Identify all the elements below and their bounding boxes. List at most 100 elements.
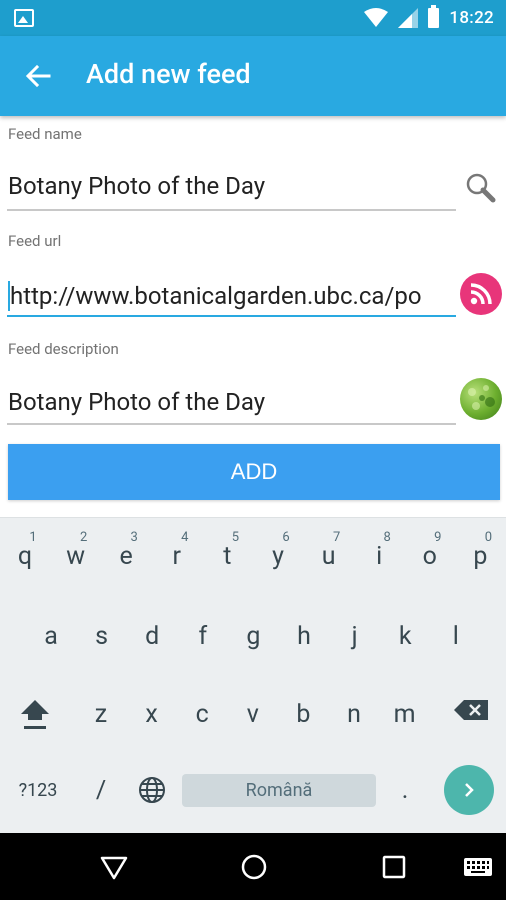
- language-key[interactable]: [127, 758, 177, 818]
- search-button[interactable]: [460, 167, 502, 209]
- key-label: c: [195, 700, 209, 729]
- nav-recents-button[interactable]: [376, 849, 412, 885]
- key-label: e: [119, 542, 133, 571]
- key-t[interactable]: 5t: [202, 520, 252, 580]
- navigation-bar: [0, 833, 506, 900]
- key-r[interactable]: 4r: [152, 520, 202, 580]
- key-p[interactable]: 0p: [455, 520, 505, 580]
- key-label: f: [198, 622, 208, 651]
- rss-glyph: [470, 283, 492, 305]
- back-button[interactable]: [16, 56, 60, 96]
- key-label: w: [66, 542, 85, 571]
- backspace-key[interactable]: [448, 678, 498, 738]
- period-key[interactable]: .: [380, 758, 430, 818]
- key-label: g: [246, 622, 261, 651]
- home-circle-icon: [241, 854, 267, 880]
- key-label: i: [376, 542, 383, 571]
- key-label: t: [223, 542, 232, 571]
- slash-key-label: /: [95, 776, 107, 805]
- feed-url-label: Feed url: [8, 232, 62, 250]
- nav-back-button[interactable]: [96, 849, 132, 885]
- shift-icon: [21, 700, 49, 729]
- feed-name-label: Feed name: [8, 125, 82, 143]
- key-m[interactable]: m: [380, 678, 430, 738]
- symbols-key-label: ?123: [18, 780, 58, 801]
- key-q[interactable]: 1q: [0, 520, 50, 580]
- key-j[interactable]: j: [330, 600, 380, 660]
- keyboard-icon: [464, 858, 492, 876]
- key-u[interactable]: 7u: [304, 520, 354, 580]
- back-triangle-icon: [100, 856, 128, 880]
- key-n[interactable]: n: [329, 678, 379, 738]
- key-h[interactable]: h: [279, 600, 329, 660]
- feed-url-underline: [7, 315, 456, 317]
- nav-home-button[interactable]: [236, 849, 272, 885]
- key-label: h: [297, 622, 311, 651]
- shift-key[interactable]: [10, 678, 60, 738]
- key-f[interactable]: f: [178, 600, 228, 660]
- key-label: l: [452, 622, 459, 651]
- key-b[interactable]: b: [278, 678, 328, 738]
- key-d[interactable]: d: [127, 600, 177, 660]
- wifi-icon: [364, 8, 389, 27]
- feed-description-underline: [7, 423, 456, 425]
- key-k[interactable]: k: [380, 600, 430, 660]
- page-title: Add new feed: [86, 58, 251, 90]
- key-e[interactable]: 3e: [101, 520, 151, 580]
- key-a[interactable]: a: [26, 600, 76, 660]
- key-label: z: [94, 700, 108, 729]
- key-s[interactable]: s: [77, 600, 127, 660]
- key-label: v: [246, 700, 259, 729]
- backspace-icon: [454, 700, 488, 720]
- space-bar[interactable]: Română: [182, 774, 376, 807]
- key-label: j: [351, 622, 358, 651]
- key-label: y: [272, 542, 284, 571]
- chevron-right-icon: [465, 783, 474, 797]
- key-l[interactable]: l: [431, 600, 481, 660]
- battery-icon: [428, 5, 440, 28]
- key-z[interactable]: z: [76, 678, 126, 738]
- key-label: k: [398, 622, 412, 651]
- key-label: m: [393, 700, 416, 729]
- key-label: u: [321, 542, 336, 571]
- feed-description-input[interactable]: Botany Photo of the Day: [8, 388, 456, 416]
- key-label: b: [296, 700, 311, 729]
- key-label: x: [145, 700, 158, 729]
- slash-key[interactable]: /: [76, 758, 126, 818]
- key-y[interactable]: 6y: [253, 520, 303, 580]
- period-key-label: .: [401, 776, 409, 805]
- status-time: 18:22: [449, 8, 494, 28]
- feed-thumbnail-pattern: [468, 385, 495, 410]
- key-w[interactable]: 2w: [51, 520, 101, 580]
- key-label: s: [95, 622, 109, 651]
- feed-name-input[interactable]: Botany Photo of the Day: [8, 172, 456, 200]
- key-x[interactable]: x: [127, 678, 177, 738]
- next-key[interactable]: [444, 765, 494, 815]
- key-c[interactable]: c: [177, 678, 227, 738]
- rss-icon[interactable]: [460, 273, 502, 315]
- feed-url-input[interactable]: http://www.botanicalgarden.ubc.ca/po: [10, 282, 456, 310]
- recents-square-icon: [382, 855, 406, 879]
- soft-keyboard: 1q2w3e4r5t6y7u8i9o0p a s d f g h j k l z x c v b n m ?…: [0, 517, 506, 833]
- key-label: q: [17, 542, 33, 571]
- nav-keyboard-button[interactable]: [460, 849, 496, 885]
- key-g[interactable]: g: [228, 600, 278, 660]
- image-notification-icon: [14, 9, 34, 27]
- key-label: o: [422, 542, 437, 571]
- symbols-key[interactable]: ?123: [12, 758, 64, 818]
- key-label: r: [172, 542, 182, 571]
- app-bar: Add new feed: [0, 36, 506, 116]
- key-label: d: [145, 622, 160, 651]
- key-label: p: [473, 542, 488, 571]
- key-v[interactable]: v: [228, 678, 278, 738]
- arrow-back-icon: [25, 64, 51, 88]
- feed-name-underline: [7, 209, 456, 211]
- key-o[interactable]: 9o: [405, 520, 455, 580]
- cell-signal-icon: [398, 8, 419, 28]
- status-bar: 18:22: [0, 0, 506, 36]
- key-i[interactable]: 8i: [354, 520, 404, 580]
- globe-icon: [139, 777, 165, 803]
- add-button[interactable]: ADD: [8, 444, 500, 500]
- search-icon: [466, 173, 496, 203]
- key-label: a: [44, 622, 58, 651]
